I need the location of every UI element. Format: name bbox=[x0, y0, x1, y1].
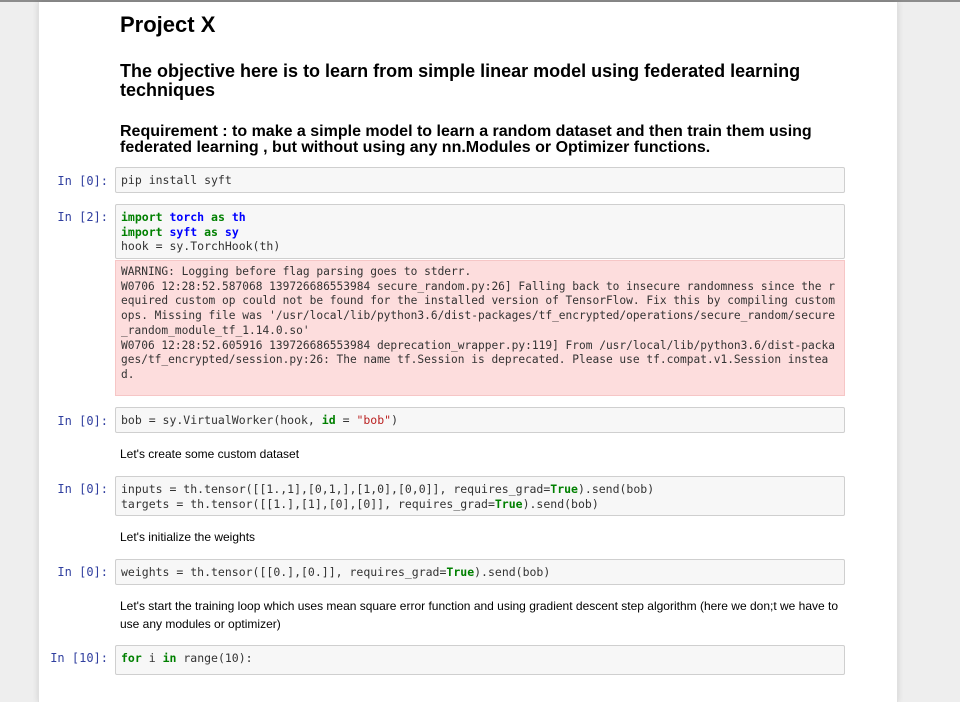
cell-prompt: In [0]: bbox=[57, 414, 108, 428]
code-text: i bbox=[141, 651, 163, 665]
cell-prompt: In [0]: bbox=[57, 482, 108, 496]
keyword: as bbox=[211, 210, 225, 224]
module-alias: th bbox=[231, 210, 246, 224]
cell-prompt: In [2]: bbox=[57, 210, 108, 224]
code-text: = bbox=[335, 413, 357, 427]
code-text: hook = sy.TorchHook(th) bbox=[121, 239, 281, 254]
code-cell-weights[interactable]: weights = th.tensor([[0.],[0.]], require… bbox=[115, 559, 845, 585]
keyword: for bbox=[121, 651, 142, 665]
requirement-heading: Requirement : to make a simple model to … bbox=[120, 123, 812, 156]
code-text: ) bbox=[391, 413, 398, 427]
keyword: True bbox=[494, 496, 523, 511]
keyword: in bbox=[162, 651, 177, 665]
code-text: ).send(bob) bbox=[577, 482, 655, 496]
code-text: bob = sy.VirtualWorker(hook, bbox=[121, 413, 322, 427]
stderr-output: WARNING: Logging before flag parsing goe… bbox=[115, 260, 845, 396]
code-cell-imports[interactable]: import torch as th import syft as sy hoo… bbox=[115, 204, 845, 259]
markdown-text: Let's initialize the weights bbox=[120, 530, 256, 544]
keyword: import bbox=[121, 224, 163, 239]
code-text: range(10): bbox=[176, 651, 253, 665]
keyword: import bbox=[121, 210, 163, 224]
code-text: ).send(bob) bbox=[522, 496, 599, 511]
cell-prompt: In [10]: bbox=[50, 651, 108, 665]
cell-prompt: In [0]: bbox=[57, 565, 108, 579]
code-text: targets = th.tensor([[1.],[1],[0],[0]], … bbox=[121, 496, 495, 511]
module-name: syft bbox=[169, 224, 198, 239]
cell-prompt: In [0]: bbox=[57, 174, 108, 188]
code-text: weights = th.tensor([[0.],[0.]], require… bbox=[121, 565, 447, 579]
keyword: True bbox=[446, 565, 475, 579]
keyword: as bbox=[204, 224, 218, 239]
string-literal: "bob" bbox=[356, 413, 392, 427]
keyword-arg: id bbox=[321, 413, 336, 427]
code-cell-virtual-worker[interactable]: bob = sy.VirtualWorker(hook, id = "bob") bbox=[115, 407, 845, 433]
code-text: inputs = th.tensor([[1.,1],[0,1,],[1,0],… bbox=[121, 482, 551, 496]
code-cell-dataset[interactable]: inputs = th.tensor([[1.,1],[0,1,],[1,0],… bbox=[115, 476, 845, 516]
objective-heading: The objective here is to learn from simp… bbox=[120, 61, 801, 100]
module-name: torch bbox=[169, 210, 205, 224]
module-alias: sy bbox=[224, 224, 239, 239]
notebook-title: Project X bbox=[120, 12, 216, 37]
markdown-text: Let's start the training loop which uses… bbox=[120, 599, 839, 631]
code-text: ).send(bob) bbox=[474, 565, 551, 579]
code-cell-training-loop[interactable]: for i in range(10): bbox=[115, 645, 845, 675]
markdown-text: Let's create some custom dataset bbox=[120, 447, 300, 461]
code-cell-pip-install[interactable]: pip install syft bbox=[115, 167, 845, 193]
code-text: pip install syft bbox=[121, 173, 232, 187]
keyword: True bbox=[550, 482, 578, 496]
